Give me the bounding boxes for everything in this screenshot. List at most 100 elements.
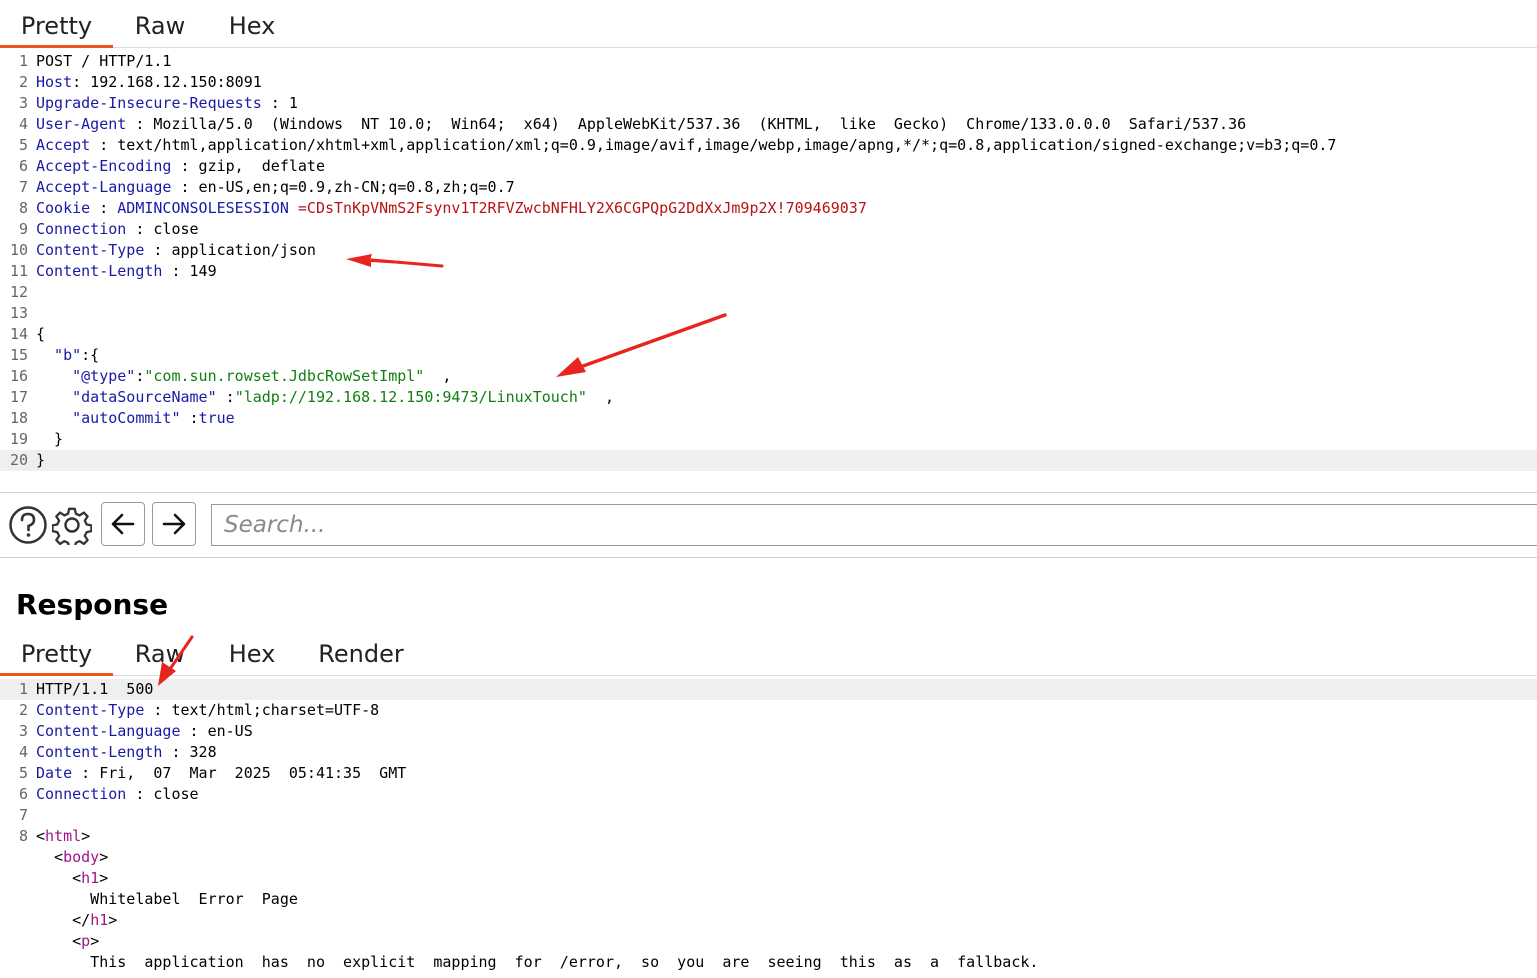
response-code-line[interactable]: 3 Content-Language : en-US: [0, 721, 1537, 742]
response-token: This application has no explicit mapping…: [36, 953, 1039, 971]
request-line-number: 8: [18, 199, 28, 217]
request-line-number: 12: [9, 283, 28, 301]
response-code-line[interactable]: This application has no explicit mapping…: [0, 952, 1537, 973]
request-token: ADMINCONSOLESESSION: [117, 199, 289, 217]
request-code-line[interactable]: 8 Cookie : ADMINCONSOLESESSION =CDsTnKpVN…: [0, 198, 1537, 219]
request-line-text: Host: 192.168.12.150:8091: [36, 72, 262, 93]
response-code-line[interactable]: </h1>: [0, 910, 1537, 931]
question-circle-icon[interactable]: [8, 505, 48, 545]
request-token: POST / HTTP/1.1: [36, 52, 172, 70]
response-token: HTTP/1.1 500: [36, 680, 154, 698]
request-line-text: }: [36, 429, 63, 450]
response-code-line[interactable]: <h1>: [0, 868, 1537, 889]
response-line-text: <body>: [36, 847, 108, 868]
request-code-line[interactable]: 1 POST / HTTP/1.1: [0, 51, 1537, 72]
request-code-line[interactable]: 11 Content-Length : 149: [0, 261, 1537, 282]
request-line-text: Accept-Language : en-US,en;q=0.9,zh-CN;q…: [36, 177, 515, 198]
request-tabbar: Pretty Raw Hex: [0, 0, 1537, 48]
request-line-text: "@type":"com.sun.rowset.JdbcRowSetImpl" …: [36, 366, 451, 387]
request-code-line[interactable]: 9 Connection : close: [0, 219, 1537, 240]
request-token: Content-Type: [36, 241, 145, 259]
request-line-text: User-Agent : Mozilla/5.0 (Windows NT 10.…: [36, 114, 1246, 135]
request-code-line[interactable]: 4 User-Agent : Mozilla/5.0 (Windows NT 10…: [0, 114, 1537, 135]
response-tab-hex[interactable]: Hex: [218, 634, 286, 674]
response-code-line[interactable]: 4 Content-Length : 328: [0, 742, 1537, 763]
response-code-line[interactable]: 7: [0, 805, 1537, 826]
request-line-number: 19: [9, 430, 28, 448]
request-code-line[interactable]: 2 Host: 192.168.12.150:8091: [0, 72, 1537, 93]
request-line-number: 1: [18, 52, 28, 70]
request-code-line[interactable]: 3 Upgrade-Insecure-Requests : 1: [0, 93, 1537, 114]
request-tab-pretty[interactable]: Pretty: [0, 6, 113, 48]
response-token: <: [36, 932, 82, 950]
request-line-number: 16: [9, 367, 28, 385]
response-line-number: 5: [18, 764, 28, 782]
response-token: : 328: [162, 743, 217, 761]
response-code-line[interactable]: 5 Date : Fri, 07 Mar 2025 05:41:35 GMT: [0, 763, 1537, 784]
request-tab-hex[interactable]: Hex: [218, 6, 286, 46]
request-token: : close: [126, 220, 199, 238]
request-line-number: 15: [9, 346, 28, 364]
request-line-number: 20: [9, 451, 28, 469]
back-button[interactable]: [101, 502, 145, 546]
response-line-number: 7: [18, 806, 28, 824]
gear-icon[interactable]: [51, 505, 93, 549]
response-token: : text/html;charset=UTF-8: [144, 701, 380, 719]
request-code-line[interactable]: 10 Content-Type : application/json: [0, 240, 1537, 261]
request-code-line[interactable]: 7 Accept-Language : en-US,en;q=0.9,zh-CN;…: [0, 177, 1537, 198]
request-code-line[interactable]: 14 {: [0, 324, 1537, 345]
request-token: : 192.168.12.150:8091: [72, 73, 262, 91]
response-line-text: This application has no explicit mapping…: [36, 952, 1038, 973]
request-line-number: 7: [18, 178, 28, 196]
request-token: Cookie: [36, 199, 91, 217]
request-token: User-Agent: [36, 115, 127, 133]
request-code-line[interactable]: 13: [0, 303, 1537, 324]
response-code-line[interactable]: Whitelabel Error Page: [0, 889, 1537, 910]
request-token: Accept-Encoding: [36, 157, 172, 175]
request-code-line[interactable]: 20}: [0, 450, 1537, 471]
request-editor[interactable]: 1 POST / HTTP/1.1 2 Host: 192.168.12.150:80…: [0, 51, 1537, 491]
response-token: p: [81, 932, 91, 950]
request-token: }: [36, 451, 46, 469]
forward-button[interactable]: [152, 502, 196, 546]
request-code-line[interactable]: 5 Accept : text/html,application/xhtml+xm…: [0, 135, 1537, 156]
response-line-text: Content-Length : 328: [36, 742, 217, 763]
response-tab-render[interactable]: Render: [308, 634, 414, 674]
response-tab-pretty[interactable]: Pretty: [0, 634, 113, 676]
response-token: : Fri, 07 Mar 2025 05:41:35 GMT: [72, 764, 407, 782]
response-code-line[interactable]: <p>: [0, 931, 1537, 952]
search-input[interactable]: [211, 504, 1537, 546]
request-token: "ladp://192.168.12.150:9473/LinuxTouch": [234, 388, 587, 406]
request-code-line[interactable]: 15 "b":{: [0, 345, 1537, 366]
response-editor[interactable]: 1 HTTP/1.1 500 2 Content-Type : text/html;c…: [0, 679, 1537, 978]
response-code-line[interactable]: 2 Content-Type : text/html;charset=UTF-8: [0, 700, 1537, 721]
request-code-line[interactable]: 12: [0, 282, 1537, 303]
request-token: ,: [586, 388, 614, 406]
request-line-number: 9: [18, 220, 28, 238]
request-token: "@type": [36, 367, 136, 385]
response-line-text: Connection : close: [36, 784, 199, 805]
request-toolbar: [0, 492, 1537, 558]
response-code-line[interactable]: <body>: [0, 847, 1537, 868]
response-token: >: [81, 827, 91, 845]
request-token: "b": [36, 346, 82, 364]
request-line-number: 5: [18, 136, 28, 154]
request-code-line[interactable]: 19 }: [0, 429, 1537, 450]
request-tab-raw[interactable]: Raw: [124, 6, 196, 46]
response-code-line[interactable]: 8 <html>: [0, 826, 1537, 847]
response-line-text: Date : Fri, 07 Mar 2025 05:41:35 GMT: [36, 763, 406, 784]
request-token: =CDsTnKpVNmS2Fsynv1T2RFVZwcbNFHLY2X6CGPQ…: [288, 199, 867, 217]
request-code-line[interactable]: 18 "autoCommit" :true: [0, 408, 1537, 429]
response-line-number: 6: [18, 785, 28, 803]
response-code-line[interactable]: 6 Connection : close: [0, 784, 1537, 805]
response-tabbar: Pretty Raw Hex Render: [0, 628, 1537, 676]
request-code-line[interactable]: 16 "@type":"com.sun.rowset.JdbcRowSetImp…: [0, 366, 1537, 387]
response-line-text: <p>: [36, 931, 99, 952]
request-line-number: 11: [9, 262, 28, 280]
response-code-line[interactable]: 1 HTTP/1.1 500: [0, 679, 1537, 700]
response-token: <: [36, 869, 82, 887]
response-tab-raw[interactable]: Raw: [124, 634, 196, 674]
request-code-line[interactable]: 17 "dataSourceName" :"ladp://192.168.12.…: [0, 387, 1537, 408]
request-line-number: 6: [18, 157, 28, 175]
request-code-line[interactable]: 6 Accept-Encoding : gzip, deflate: [0, 156, 1537, 177]
